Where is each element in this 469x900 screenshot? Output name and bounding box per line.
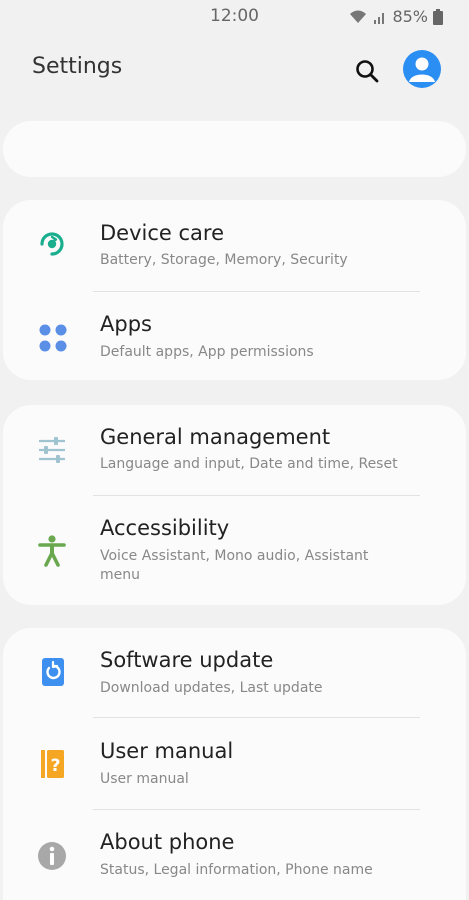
sliders-icon [39, 437, 65, 463]
status-bar: 12:00 85% [0, 0, 469, 32]
info-icon [38, 842, 66, 870]
list-item-about-phone[interactable]: About phone Status, Legal information, P… [3, 810, 466, 900]
item-title: Apps [100, 312, 152, 336]
battery-percent: 85% [392, 7, 428, 26]
item-title: User manual [100, 739, 234, 763]
item-subtitle: Language and input, Date and time, Reset [100, 456, 398, 472]
header: Settings [0, 40, 469, 100]
item-title: Accessibility [100, 516, 230, 540]
item-subtitle: Status, Legal information, Phone name [100, 862, 373, 878]
search-button[interactable] [352, 56, 382, 86]
battery-icon [433, 8, 443, 25]
item-subtitle: Download updates, Last update [100, 680, 323, 696]
signal-icon [374, 12, 385, 24]
device-care-icon [40, 232, 64, 256]
accessibility-icon [38, 535, 66, 567]
item-title: General management [100, 425, 331, 449]
account-button[interactable] [403, 50, 441, 88]
item-subtitle: Voice Assistant, Mono audio, Assistant m… [100, 548, 369, 583]
item-title: Software update [100, 648, 274, 672]
item-title: Device care [100, 221, 225, 245]
list-item-apps[interactable]: Apps Default apps, App permissions [3, 292, 466, 380]
item-subtitle: Default apps, App permissions [100, 344, 314, 360]
profile-icon [409, 57, 435, 82]
user-manual-icon: ? [41, 750, 64, 778]
search-icon [356, 60, 379, 83]
svg-text:?: ? [51, 756, 61, 776]
search-bar[interactable] [3, 121, 466, 177]
list-item-general-management[interactable]: General management Language and input, D… [3, 405, 466, 495]
item-subtitle: User manual [100, 771, 189, 787]
wifi-icon [350, 10, 367, 23]
settings-group-3: Software update Download updates, Last u… [3, 628, 466, 900]
settings-group-2: General management Language and input, D… [3, 405, 466, 605]
settings-group-1: Device care Battery, Storage, Memory, Se… [3, 200, 466, 380]
item-title: About phone [100, 830, 235, 854]
status-icons: 85% [348, 7, 443, 26]
list-item-accessibility[interactable]: Accessibility Voice Assistant, Mono audi… [3, 496, 466, 605]
list-item-device-care[interactable]: Device care Battery, Storage, Memory, Se… [3, 200, 466, 291]
item-subtitle: Battery, Storage, Memory, Security [100, 252, 348, 268]
list-item-user-manual[interactable]: ? User manual User manual [3, 718, 466, 809]
page-title: Settings [32, 54, 123, 79]
list-item-software-update[interactable]: Software update Download updates, Last u… [3, 628, 466, 717]
software-update-icon [42, 658, 64, 686]
apps-icon [39, 324, 67, 352]
